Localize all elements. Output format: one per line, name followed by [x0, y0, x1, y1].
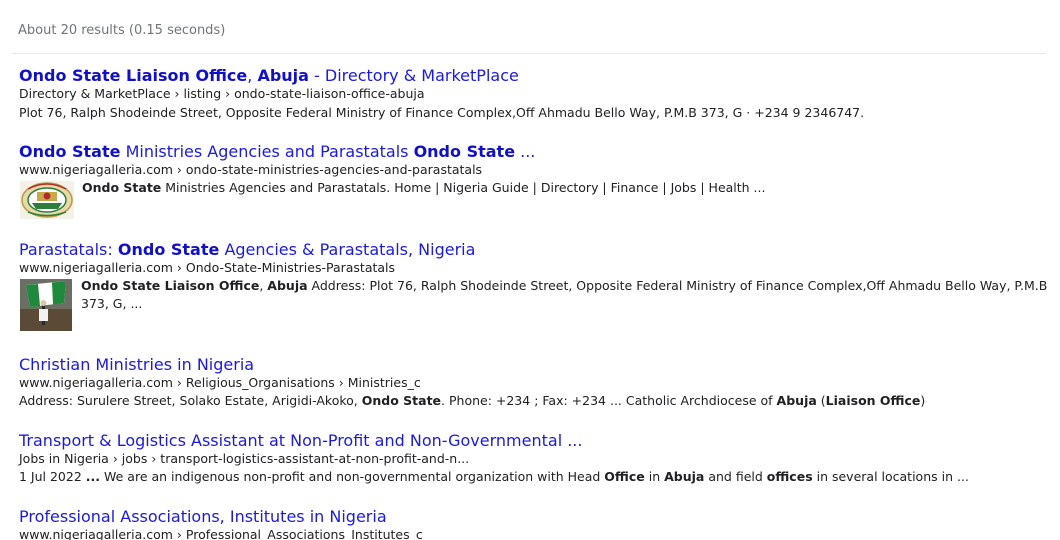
text-run: Professional Associations, Institutes in…: [19, 507, 387, 526]
result-title-link[interactable]: Professional Associations, Institutes in…: [19, 507, 1049, 527]
result-title-link[interactable]: Christian Ministries in Nigeria: [19, 355, 1049, 375]
result-snippet: Address: Surulere Street, Solako Estate,…: [19, 392, 1049, 410]
highlight-term: ...: [85, 469, 101, 484]
text-run: Christian Ministries in Nigeria: [19, 355, 255, 374]
text-run: Agencies & Parastatals, Nigeria: [219, 240, 476, 259]
text-run: ...: [515, 142, 536, 161]
search-result: Ondo State Ministries Agencies and Paras…: [19, 142, 1049, 219]
text-run: Parastatals:: [19, 240, 118, 259]
text-run: and field: [704, 469, 767, 484]
highlight-term: Ondo State: [361, 393, 442, 408]
result-url: www.nigeriagalleria.com › ondo-state-min…: [19, 162, 483, 177]
search-result: Parastatals: Ondo State Agencies & Paras…: [19, 240, 1049, 331]
search-result: Transport & Logistics Assistant at Non-P…: [19, 431, 1049, 486]
result-title-link[interactable]: Transport & Logistics Assistant at Non-P…: [19, 431, 1049, 451]
result-url: Directory & MarketPlace › listing › ondo…: [19, 86, 425, 101]
highlight-term: Abuja: [267, 278, 308, 293]
highlight-term: Ondo State: [117, 240, 220, 259]
result-url: www.nigeriagalleria.com › Ondo-State-Min…: [19, 260, 396, 275]
highlight-term: Ondo State: [82, 180, 162, 195]
nigeria-flag-thumbnail[interactable]: [20, 279, 72, 331]
result-url: www.nigeriagalleria.com › Professional_A…: [19, 527, 423, 540]
highlight-term: Abuja: [664, 469, 705, 484]
result-title-link[interactable]: Ondo State Ministries Agencies and Paras…: [19, 142, 1049, 162]
highlight-term: Ondo State: [413, 142, 516, 161]
search-result: Professional Associations, Institutes in…: [19, 507, 1049, 540]
result-stats: About 20 results (0.15 seconds): [18, 23, 226, 38]
result-snippet: Ondo State Ministries Agencies and Paras…: [82, 179, 765, 197]
text-run: Ministries Agencies and Parastatals: [120, 142, 414, 161]
highlight-term: Abuja: [776, 393, 817, 408]
text-run: (: [816, 393, 826, 408]
text-run: in several locations in ...: [812, 469, 969, 484]
search-results-page: About 20 results (0.15 seconds) Ondo Sta…: [0, 0, 1060, 540]
result-url: Jobs in Nigeria › jobs › transport-logis…: [19, 451, 470, 466]
highlight-term: Ondo State Liaison Office: [19, 66, 248, 85]
highlight-term: Office: [604, 469, 645, 484]
text-run: ): [920, 393, 926, 408]
search-result: Christian Ministries in Nigeria www.nige…: [19, 355, 1049, 410]
text-run: ,: [247, 66, 258, 85]
text-run: We are an indigenous non-profit and non-…: [100, 469, 605, 484]
highlight-term: Ondo State: [19, 142, 121, 161]
text-run: Ministries Agencies and Parastatals. Hom…: [161, 180, 766, 195]
result-title-link[interactable]: Ondo State Liaison Office, Abuja - Direc…: [19, 66, 1049, 86]
state-seal-thumbnail[interactable]: [20, 181, 74, 219]
text-run: Transport & Logistics Assistant at Non-P…: [19, 431, 583, 450]
result-snippet: Plot 76, Ralph Shodeinde Street, Opposit…: [19, 104, 1049, 122]
text-run: - Directory & MarketPlace: [308, 66, 519, 85]
highlight-term: Ondo State Liaison Office: [81, 278, 260, 293]
text-run: Address: Surulere Street, Solako Estate,…: [19, 393, 362, 408]
text-run: . Phone: +234 ; Fax: +234 ... Catholic A…: [441, 393, 777, 408]
result-url: www.nigeriagalleria.com › Religious_Orga…: [19, 375, 421, 390]
highlight-term: Liaison Office: [825, 393, 921, 408]
text-run: in: [644, 469, 665, 484]
text-run: 1 Jul 2022: [19, 469, 86, 484]
text-run: Plot 76, Ralph Shodeinde Street, Opposit…: [19, 105, 865, 120]
highlight-term: Abuja: [257, 66, 309, 85]
result-snippet: 1 Jul 2022 ... We are an indigenous non-…: [19, 468, 1049, 486]
highlight-term: offices: [766, 469, 813, 484]
result-snippet: Ondo State Liaison Office, Abuja Address…: [81, 277, 1049, 313]
result-title-link[interactable]: Parastatals: Ondo State Agencies & Paras…: [19, 240, 1049, 260]
search-result: Ondo State Liaison Office, Abuja - Direc…: [19, 66, 1049, 122]
divider: [12, 53, 1046, 54]
